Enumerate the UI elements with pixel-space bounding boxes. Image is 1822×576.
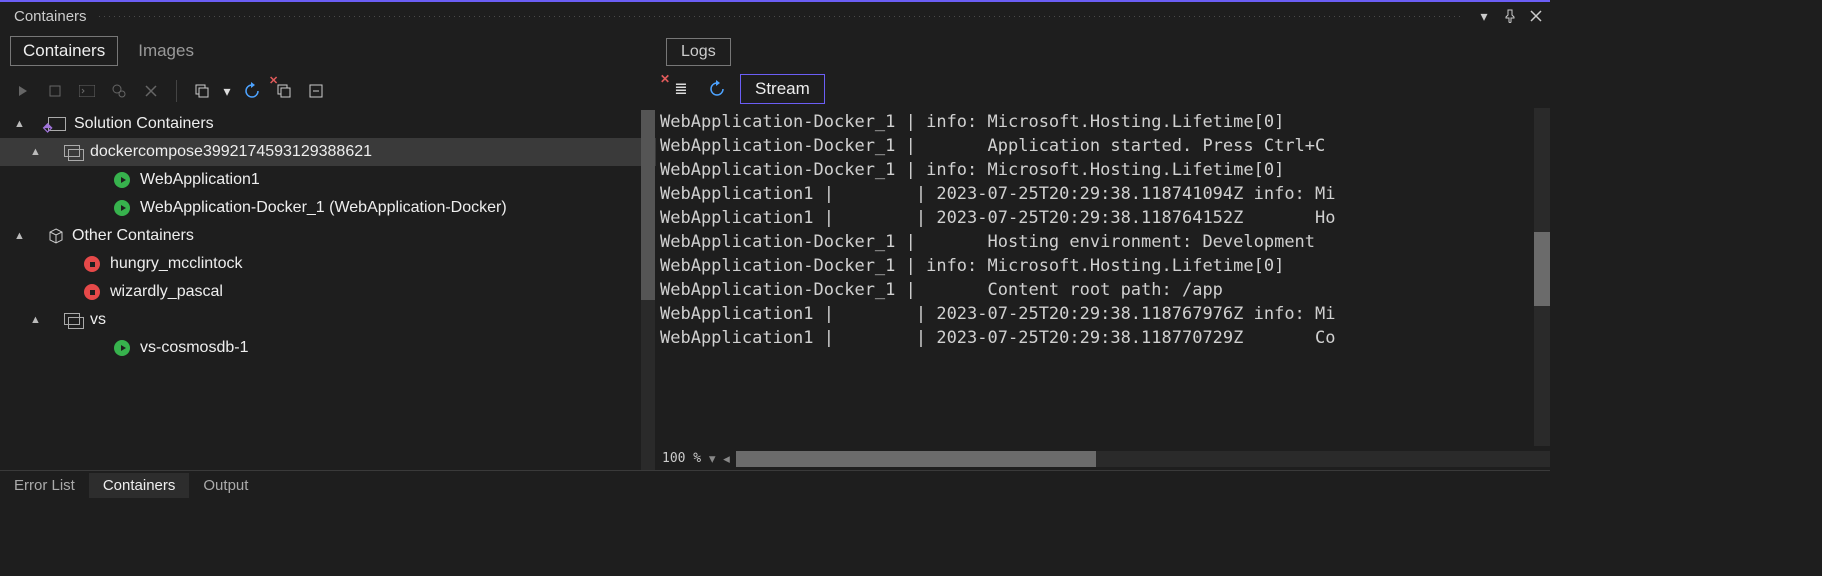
log-line: WebApplication-Docker_1 | info: Microsof… — [660, 110, 1550, 134]
tree-vs-group[interactable]: ▲ vs — [0, 306, 656, 334]
log-line: WebApplication1 | | 2023-07-25T20:29:38.… — [660, 182, 1550, 206]
pin-icon[interactable] — [1500, 6, 1520, 26]
tree-solution-containers[interactable]: ▲ ⬘ Solution Containers — [0, 110, 656, 138]
log-line: WebApplication-Docker_1 | Application st… — [660, 134, 1550, 158]
clear-logs-button[interactable]: ✕≣ — [668, 76, 694, 102]
tree-label: Other Containers — [72, 227, 194, 245]
remove-button[interactable] — [303, 78, 329, 104]
settings-icon[interactable] — [106, 78, 132, 104]
scroll-left-icon[interactable]: ◂ — [721, 447, 735, 470]
titlebar: Containers ▾ — [0, 2, 1550, 30]
tree-container-item[interactable]: wizardly_pascal — [0, 278, 656, 306]
tree-container-item[interactable]: vs-cosmosdb-1 — [0, 334, 656, 362]
tree-label: dockercompose3992174593129388621 — [90, 143, 372, 161]
tab-images[interactable]: Images — [126, 37, 206, 65]
tab-containers[interactable]: Containers — [10, 36, 118, 66]
tree-label: Solution Containers — [74, 115, 214, 133]
status-running-icon — [114, 172, 130, 188]
tree-container-item[interactable]: WebApplication1 — [0, 166, 656, 194]
log-line: WebApplication-Docker_1 | Hosting enviro… — [660, 230, 1550, 254]
status-stopped-icon — [84, 256, 100, 272]
tree-compose-group[interactable]: ▲ dockercompose3992174593129388621 — [0, 138, 656, 166]
start-button[interactable] — [10, 78, 36, 104]
log-line: WebApplication-Docker_1 | Content root p… — [660, 278, 1550, 302]
tree-container-item[interactable]: hungry_mcclintock — [0, 250, 656, 278]
tree-other-containers[interactable]: ▲ Other Containers — [0, 222, 656, 250]
containers-panel: Containers Images ▾ ✕ ▲ ⬘ Solution Conta… — [0, 30, 656, 470]
panel-title: Containers — [14, 8, 87, 25]
status-running-icon — [114, 340, 130, 356]
terminal-button[interactable] — [74, 78, 100, 104]
tree-container-item[interactable]: WebApplication-Docker_1 (WebApplication-… — [0, 194, 656, 222]
tree-label: WebApplication1 — [140, 171, 260, 189]
stop-button[interactable] — [42, 78, 68, 104]
footer-tabs: Error List Containers Output — [0, 470, 1550, 500]
tree-label: vs — [90, 311, 106, 329]
tree-label: wizardly_pascal — [110, 283, 223, 301]
dropdown-icon[interactable]: ▾ — [1474, 6, 1494, 26]
solution-icon: ⬘ — [48, 117, 66, 131]
cube-icon — [48, 228, 64, 244]
footer-tab-output[interactable]: Output — [189, 473, 262, 498]
compose-icon — [64, 145, 82, 159]
prune-button[interactable]: ✕ — [271, 78, 297, 104]
refresh-logs-button[interactable] — [704, 76, 730, 102]
zoom-caret[interactable]: ▾ — [707, 447, 721, 470]
footer-tab-containers[interactable]: Containers — [89, 473, 190, 498]
log-line: WebApplication-Docker_1 | info: Microsof… — [660, 158, 1550, 182]
copy-button[interactable] — [189, 78, 215, 104]
log-output[interactable]: WebApplication-Docker_1 | info: Microsof… — [656, 108, 1550, 470]
log-horizontal-scrollbar[interactable] — [736, 451, 1550, 467]
tree-scrollbar[interactable] — [641, 110, 655, 470]
compose-icon — [64, 313, 82, 327]
refresh-button[interactable] — [239, 78, 265, 104]
log-line: WebApplication1 | | 2023-07-25T20:29:38.… — [660, 206, 1550, 230]
tree-label: WebApplication-Docker_1 (WebApplication-… — [140, 199, 507, 217]
tree-label: vs-cosmosdb-1 — [140, 339, 248, 357]
logs-panel: Logs ✕≣ Stream WebApplication-Docker_1 |… — [656, 30, 1550, 470]
log-line: WebApplication1 | | 2023-07-25T20:29:38.… — [660, 302, 1550, 326]
tree-label: hungry_mcclintock — [110, 255, 243, 273]
grip-dots[interactable] — [97, 14, 1464, 19]
dropdown-caret[interactable]: ▾ — [221, 78, 233, 104]
log-vertical-scrollbar[interactable] — [1534, 108, 1550, 446]
status-stopped-icon — [84, 284, 100, 300]
close-icon[interactable] — [1526, 6, 1546, 26]
zoom-level[interactable]: 100 % — [656, 447, 707, 470]
stream-button[interactable]: Stream — [740, 74, 825, 104]
containers-tree: ▲ ⬘ Solution Containers ▲ dockercompose3… — [0, 110, 656, 470]
tab-logs[interactable]: Logs — [666, 38, 731, 66]
status-running-icon — [114, 200, 130, 216]
footer-tab-error-list[interactable]: Error List — [0, 473, 89, 498]
log-line: WebApplication1 | | 2023-07-25T20:29:38.… — [660, 326, 1550, 350]
left-toolbar: ▾ ✕ — [0, 72, 656, 110]
delete-button[interactable] — [138, 78, 164, 104]
log-line: WebApplication-Docker_1 | info: Microsof… — [660, 254, 1550, 278]
